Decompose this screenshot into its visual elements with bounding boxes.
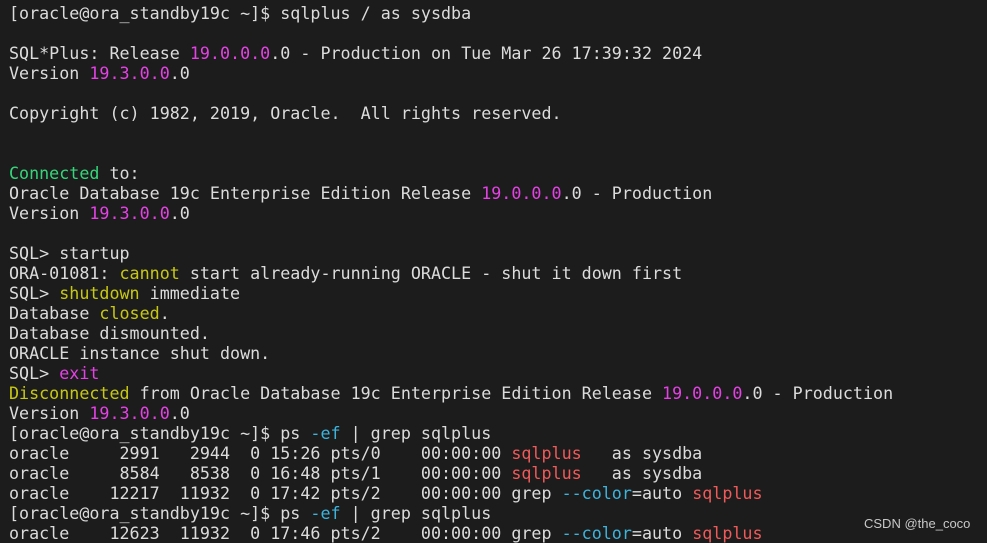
terminal-text-segment: Oracle Database 19c Enterprise Edition R…: [9, 183, 482, 203]
terminal-text-segment: from Oracle Database 19c Enterprise Edit…: [129, 383, 663, 403]
terminal-text-segment: .0: [169, 63, 190, 83]
terminal-text-segment: [oracle@ora_standby19c ~]$ ps: [9, 503, 311, 523]
terminal-line: Connected to:: [9, 163, 893, 183]
terminal-text-segment: closed: [99, 303, 160, 323]
terminal-text-segment: shutdown: [59, 283, 140, 303]
terminal-text-segment: sqlplus: [511, 443, 582, 463]
terminal-line: Version 19.3.0.0.0: [9, 63, 893, 83]
terminal-text-segment: -ef: [310, 503, 341, 523]
terminal-text-segment: .0: [169, 203, 190, 223]
terminal-text-segment: sqlplus: [692, 483, 763, 503]
terminal-line: oracle 2991 2944 0 15:26 pts/0 00:00:00 …: [9, 443, 893, 463]
terminal-text-segment: 19.3.0.0: [89, 203, 170, 223]
terminal-text-segment: SQL*Plus: Release: [9, 43, 190, 63]
terminal-text-segment: =auto: [631, 483, 693, 503]
terminal-text-segment: [oracle@ora_standby19c ~]$ ps: [9, 423, 311, 443]
terminal-text-segment: as sysdba: [581, 443, 703, 463]
terminal-line: SQL> shutdown immediate: [9, 283, 893, 303]
terminal-text-segment: .0 - Production: [561, 183, 713, 203]
terminal-text-segment: 19.3.0.0: [89, 63, 170, 83]
terminal-line: Database closed.: [9, 303, 893, 323]
terminal-line: [oracle@ora_standby19c ~]$ ps -ef | grep…: [9, 423, 893, 443]
terminal-line: Database dismounted.: [9, 323, 893, 343]
terminal-text-segment: 19.0.0.0: [662, 383, 743, 403]
terminal-text-segment: Version: [9, 403, 90, 423]
terminal-line: Version 19.3.0.0.0: [9, 203, 893, 223]
terminal-text-segment: .: [159, 303, 170, 323]
terminal-text-segment: .0 - Production: [742, 383, 894, 403]
terminal-line: ORACLE instance shut down.: [9, 343, 893, 363]
terminal-text-segment: | grep sqlplus: [340, 503, 492, 523]
terminal-text-segment: oracle 12623 11932 0 17:46 pts/2 00:00:0…: [9, 523, 562, 543]
terminal-line: ORA-01081: cannot start already-running …: [9, 263, 893, 283]
terminal-line: [oracle@ora_standby19c ~]$ ps -ef | grep…: [9, 503, 893, 523]
terminal-text-segment: 19.0.0.0: [481, 183, 562, 203]
terminal-text-segment: immediate: [139, 283, 241, 303]
terminal-text-segment: Version: [9, 203, 90, 223]
terminal-text-segment: Copyright (c) 1982, 2019, Oracle. All ri…: [9, 103, 562, 123]
terminal-output[interactable]: [oracle@ora_standby19c ~]$ sqlplus / as …: [9, 3, 893, 543]
terminal-text-segment: SQL>: [9, 283, 60, 303]
terminal-text-segment: SQL> startup: [9, 243, 130, 263]
terminal-text-segment: Version: [9, 63, 90, 83]
terminal-text-segment: cannot: [119, 263, 180, 283]
watermark: CSDN @the_coco: [864, 516, 971, 531]
terminal-text-segment: start already-running ORACLE - shut it d…: [179, 263, 683, 283]
terminal-text-segment: oracle 8584 8538 0 16:48 pts/1 00:00:00: [9, 463, 512, 483]
terminal-text-segment: 19.0.0.0: [189, 43, 271, 63]
terminal-line: Copyright (c) 1982, 2019, Oracle. All ri…: [9, 103, 893, 123]
terminal-text-segment: sqlplus: [511, 463, 582, 483]
terminal-text-segment: =auto: [631, 523, 693, 543]
terminal-text-segment: [oracle@ora_standby19c ~]$ sqlplus / as …: [9, 3, 472, 23]
terminal-text-segment: exit: [59, 363, 100, 383]
terminal-text-segment: ORACLE instance shut down.: [9, 343, 271, 363]
terminal-text-segment: Database: [9, 303, 100, 323]
terminal-line: Disconnected from Oracle Database 19c En…: [9, 383, 893, 403]
terminal-line: SQL> exit: [9, 363, 893, 383]
terminal-text-segment: --color: [561, 523, 632, 543]
terminal-text-segment: Database dismounted.: [9, 323, 210, 343]
terminal-text-segment: -ef: [310, 423, 341, 443]
terminal-line: Version 19.3.0.0.0: [9, 403, 893, 423]
terminal-text-segment: .0: [169, 403, 190, 423]
terminal-text-segment: oracle 2991 2944 0 15:26 pts/0 00:00:00: [9, 443, 512, 463]
terminal-line: oracle 12217 11932 0 17:42 pts/2 00:00:0…: [9, 483, 893, 503]
terminal-text-segment: to:: [99, 163, 140, 183]
terminal-text-segment: 19.3.0.0: [89, 403, 170, 423]
terminal-line: SQL> startup: [9, 243, 893, 263]
terminal-line: Oracle Database 19c Enterprise Edition R…: [9, 183, 893, 203]
terminal-line: [oracle@ora_standby19c ~]$ sqlplus / as …: [9, 3, 893, 23]
terminal-text-segment: --color: [561, 483, 632, 503]
terminal-text-segment: sqlplus: [692, 523, 763, 543]
terminal-text-segment: | grep sqlplus: [340, 423, 492, 443]
terminal-text-segment: Disconnected: [9, 383, 130, 403]
terminal-text-segment: .0 - Production on Tue Mar 26 17:39:32 2…: [270, 43, 703, 63]
terminal-text-segment: ORA-01081:: [9, 263, 120, 283]
terminal-text-segment: oracle 12217 11932 0 17:42 pts/2 00:00:0…: [9, 483, 562, 503]
terminal-line: SQL*Plus: Release 19.0.0.0.0 - Productio…: [9, 43, 893, 63]
terminal-text-segment: Connected: [9, 163, 100, 183]
terminal-line: oracle 8584 8538 0 16:48 pts/1 00:00:00 …: [9, 463, 893, 483]
terminal-line: oracle 12623 11932 0 17:46 pts/2 00:00:0…: [9, 523, 893, 543]
terminal-text-segment: as sysdba: [581, 463, 703, 483]
terminal-text-segment: SQL>: [9, 363, 60, 383]
